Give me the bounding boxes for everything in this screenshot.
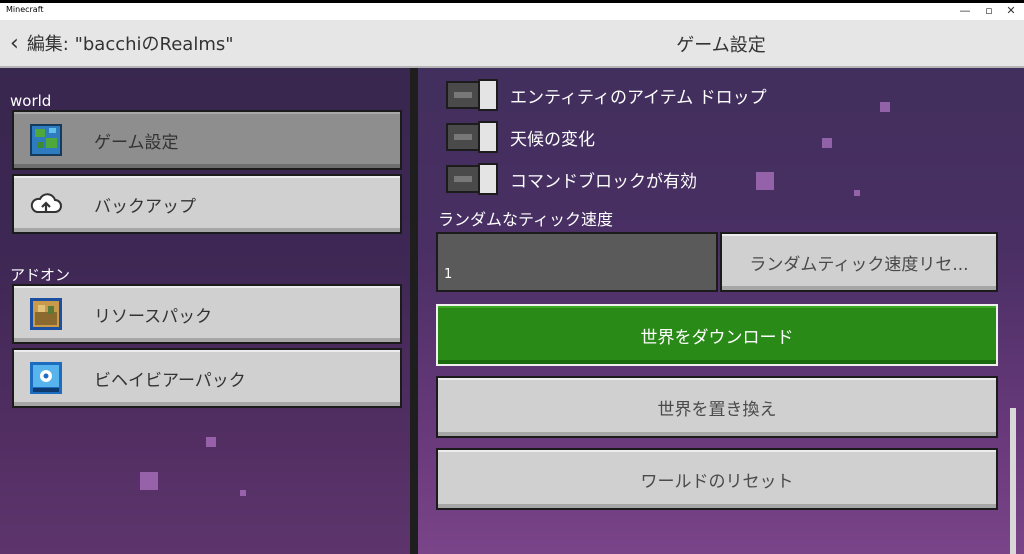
sidebar-item-resource-packs[interactable]: リソースパック [12, 284, 402, 344]
os-title-bar: Minecraft — ▫ ✕ [0, 0, 1024, 20]
download-world-button[interactable]: 世界をダウンロード [436, 304, 998, 366]
entity-drops-toggle[interactable] [446, 79, 498, 111]
replace-world-label: 世界を置き換え [657, 399, 777, 420]
sidebar-item-game-settings[interactable]: ゲーム設定 [12, 110, 402, 170]
minimize-button[interactable]: — [958, 4, 972, 17]
sidebar-item-backup[interactable]: バックアップ [12, 174, 402, 234]
random-tick-label: ランダムなティック速度 [438, 210, 614, 229]
toggle-knob [478, 79, 498, 111]
toggle-row-command-blocks: コマンドブロックが有効 [446, 163, 697, 195]
sparkle-particle [854, 190, 860, 196]
maximize-button[interactable]: ▫ [982, 4, 996, 17]
sparkle-particle [206, 437, 216, 447]
sparkle-particle [822, 138, 832, 148]
sparkle-particle [240, 490, 246, 496]
page-title: ゲーム設定 [676, 35, 766, 56]
close-button[interactable]: ✕ [1004, 4, 1018, 17]
replace-world-button[interactable]: 世界を置き換え [436, 376, 998, 438]
toggle-label: エンティティのアイテム ドロップ [510, 87, 767, 108]
sidebar-item-behavior-packs[interactable]: ビヘイビアーパック [12, 348, 402, 408]
sparkle-particle [756, 172, 774, 190]
toggle-knob [478, 163, 498, 195]
toggle-label: コマンドブロックが有効 [510, 171, 697, 192]
reset-random-tick-label: ランダムティック速度リセ... [749, 254, 969, 275]
resource-pack-icon [30, 298, 62, 330]
cloud-upload-icon [30, 193, 62, 213]
section-label-world: world [10, 92, 52, 110]
sidebar-item-label: ゲーム設定 [94, 132, 179, 153]
download-world-label: 世界をダウンロード [640, 327, 794, 348]
command-blocks-toggle[interactable] [446, 163, 498, 195]
sidebar-item-label: リソースパック [94, 306, 213, 327]
app-header: ‹ 編集: "bacchiのRealms" ゲーム設定 [0, 20, 1024, 68]
reset-world-label: ワールドのリセット [640, 471, 794, 492]
reset-random-tick-button[interactable]: ランダムティック速度リセ... [720, 232, 998, 292]
settings-panel: エンティティのアイテム ドロップ 天候の変化 コマンドブロックが有効 ランダムな… [416, 68, 1016, 554]
sparkle-particle [140, 472, 158, 490]
sparkle-particle [880, 102, 890, 112]
sidebar-item-label: バックアップ [94, 196, 196, 217]
behavior-pack-icon [30, 362, 62, 394]
toggle-label: 天候の変化 [510, 129, 595, 150]
toggle-row-weather-cycle: 天候の変化 [446, 121, 595, 153]
toggle-knob [478, 121, 498, 153]
sidebar-item-label: ビヘイビアーパック [94, 370, 246, 391]
reset-world-button[interactable]: ワールドのリセット [436, 448, 998, 510]
toggle-row-entity-drops: エンティティのアイテム ドロップ [446, 79, 767, 111]
globe-icon [30, 124, 62, 156]
weather-cycle-toggle[interactable] [446, 121, 498, 153]
window-title: Minecraft [6, 5, 44, 14]
sidebar: world ゲーム設定 バックアップ アドオン リソースパック ビヘイビアーパッ… [0, 68, 416, 554]
random-tick-input[interactable] [436, 232, 718, 292]
scrollbar[interactable] [1010, 408, 1016, 554]
section-label-addons: アドオン [10, 266, 71, 284]
